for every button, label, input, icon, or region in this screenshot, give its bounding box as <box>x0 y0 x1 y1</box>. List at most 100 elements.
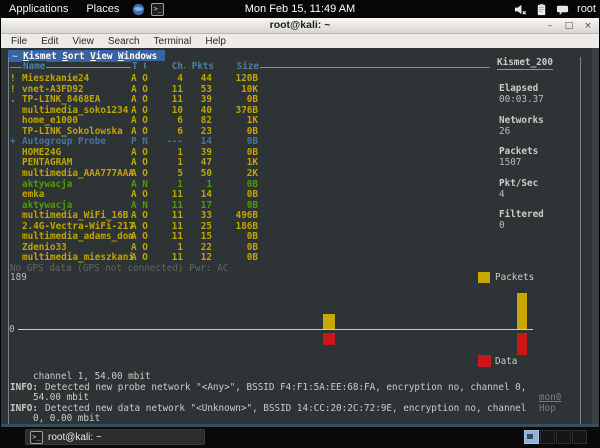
status-text: Detected new data network "<Unknown>", B… <box>45 402 527 414</box>
network-flag: + <box>10 136 16 148</box>
network-row[interactable]: HOME24G A O 1 39 0B <box>8 147 488 158</box>
menu-terminal[interactable]: Terminal <box>154 36 192 47</box>
status-text: 0, 0.00 mbit <box>33 413 101 424</box>
close-button-icon[interactable]: × <box>581 21 595 32</box>
terminal-menubar: File Edit View Search Terminal Help <box>1 34 599 48</box>
data-legend-label: Data <box>495 356 518 367</box>
status-tag: INFO: <box>10 402 38 414</box>
workspace-4[interactable] <box>572 430 587 444</box>
network-row[interactable]: multimedia_adams_dom A O 11 15 0B <box>8 231 488 242</box>
network-name: multimedia_mieszkani <box>22 252 134 264</box>
network-size: 0B <box>246 94 258 106</box>
network-name: PENTAGRAM <box>22 157 73 169</box>
clipboard-icon[interactable] <box>535 3 548 16</box>
network-channel: 11 <box>171 210 183 222</box>
network-row[interactable]: multimedia_mieszkani A O 11 12 0B <box>8 252 488 263</box>
kismet-menu-sort[interactable]: Sort <box>62 51 84 62</box>
network-size: 0B <box>246 189 258 201</box>
network-size: 0B <box>246 231 258 243</box>
chat-bubble-icon[interactable] <box>556 3 569 16</box>
network-channel: 10 <box>171 104 183 116</box>
network-packets: 44 <box>200 73 212 84</box>
network-row[interactable]: home_e1000 A O 6 82 1K <box>8 115 488 126</box>
network-size: 0B <box>246 136 258 148</box>
graph-zero-line <box>18 329 533 330</box>
menu-hotkey: W <box>118 50 124 62</box>
status-text: 54.00 mbit <box>33 392 89 403</box>
network-packets: 25 <box>200 220 212 232</box>
network-row[interactable]: Zdenio33 A O 1 22 0B <box>8 242 488 253</box>
network-packets: 17 <box>200 199 212 211</box>
kismet-menu-view[interactable]: View <box>90 51 112 62</box>
kismet-menu-kismet[interactable]: Kismet <box>23 51 57 62</box>
graph-ymax-label: 189 <box>10 272 27 283</box>
network-name: home_e1000 <box>22 115 78 127</box>
stat-label: Elapsed <box>499 83 539 94</box>
maximize-button-icon[interactable]: □ <box>562 21 576 32</box>
workspace-3[interactable] <box>556 430 571 444</box>
browser-icon[interactable] <box>132 3 145 16</box>
network-size: 0B <box>246 125 258 137</box>
network-row[interactable]: multimedia_soko1234 A O 10 40 376B <box>8 105 488 116</box>
network-row[interactable]: PENTAGRAM A O 1 47 1K <box>8 157 488 168</box>
network-packets: 39 <box>200 94 212 106</box>
workspace-2[interactable] <box>540 430 555 444</box>
volume-muted-icon[interactable] <box>514 3 527 16</box>
data-bar <box>517 333 527 355</box>
menu-edit[interactable]: Edit <box>41 36 58 47</box>
packets-legend-swatch <box>478 272 490 283</box>
taskbar: >_ root@kali: ~ <box>0 427 600 448</box>
network-row[interactable]: 2.4G-Vectra-WiFi-217 A O 11 25 186B <box>8 221 488 232</box>
minimize-button-icon[interactable]: – <box>543 21 557 32</box>
network-channel: 1 <box>177 157 183 169</box>
packets-bar <box>517 293 527 329</box>
network-row[interactable]: ! vnet-A3FD92 A O 11 53 10K <box>8 84 488 95</box>
workspace-1[interactable] <box>524 430 539 444</box>
terminal-scrollbar[interactable] <box>592 48 599 424</box>
network-name: TP-LINK_Sokolowska <box>22 125 123 137</box>
network-row[interactable]: + Autogroup Probe P N --- 14 0B <box>8 136 488 147</box>
network-flag: ! <box>10 83 16 95</box>
applications-menu[interactable]: Applications <box>0 0 77 18</box>
menu-file[interactable]: File <box>11 36 27 47</box>
network-name: TP-LINK_8468EA <box>22 94 101 106</box>
network-packets: 53 <box>200 83 212 95</box>
network-row[interactable]: aktywacja A N 1 1 0B <box>8 179 488 190</box>
workspace-switcher <box>524 430 587 444</box>
network-packets: 15 <box>200 231 212 243</box>
network-channel: 6 <box>177 115 183 127</box>
menu-view[interactable]: View <box>72 36 94 47</box>
kismet-prompt: ~ <box>12 50 18 62</box>
network-row[interactable]: TP-LINK_Sokolowska A O 6 23 0B <box>8 126 488 137</box>
network-row[interactable]: emka A O 11 14 0B <box>8 189 488 200</box>
network-row[interactable]: multimedia_AAA777AAA A O 5 50 2K <box>8 168 488 179</box>
places-menu[interactable]: Places <box>77 0 128 18</box>
stat-value: 4 <box>499 188 505 200</box>
network-name: multimedia_AAA777AAA <box>22 167 134 179</box>
user-menu[interactable]: root <box>577 3 596 15</box>
network-row[interactable]: aktywacja A N 11 17 0B <box>8 200 488 211</box>
network-row[interactable]: . TP-LINK_8468EA A O 11 39 0B <box>8 94 488 105</box>
menu-help[interactable]: Help <box>205 36 226 47</box>
network-packets: 14 <box>200 189 212 201</box>
status-text: Detected new probe network "<Any>", BSSI… <box>45 381 527 393</box>
terminal-launcher-icon[interactable]: >_ <box>151 2 165 16</box>
network-packets: 1 <box>206 178 212 190</box>
column-header-name: Name <box>22 61 47 72</box>
taskbar-window-button[interactable]: >_ root@kali: ~ <box>25 429 205 445</box>
kismet-server-tab[interactable]: Kismet_200 <box>497 57 553 70</box>
network-name: emka <box>22 189 45 201</box>
window-titlebar: root@kali: ~ <box>1 18 599 34</box>
network-channel: 11 <box>171 199 183 211</box>
network-row[interactable]: ! Mieszkanie24 A O 4 44 120B <box>8 73 488 84</box>
network-channel: 11 <box>171 252 183 264</box>
stat-value: 00:03.37 <box>499 94 544 105</box>
menu-search[interactable]: Search <box>108 36 140 47</box>
network-size: 1K <box>246 115 258 127</box>
network-row[interactable]: multimedia_WiFi_16B A O 11 33 496B <box>8 210 488 221</box>
kismet-menu-windows[interactable]: Windows <box>118 51 157 62</box>
network-name: Autogroup Probe <box>22 136 106 148</box>
stat-label: Networks <box>499 114 544 126</box>
stat-value: 0 <box>499 220 505 231</box>
network-size: 0B <box>246 199 258 211</box>
